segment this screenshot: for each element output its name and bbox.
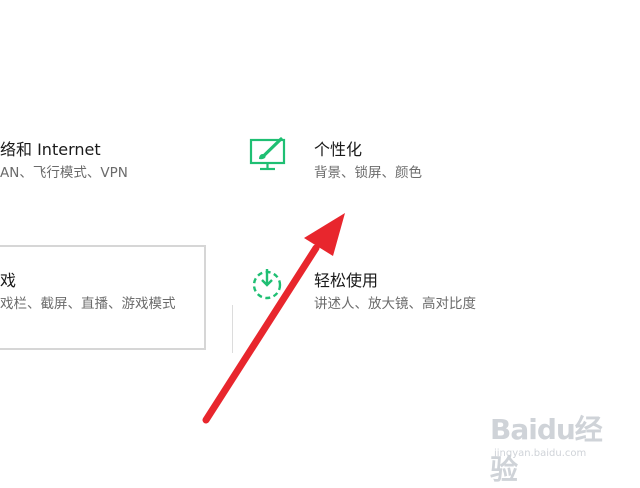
watermark-url: jingyan.baidu.com (494, 448, 587, 459)
baidu-watermark: Baidu经验 jingyan.baidu.com (490, 408, 620, 486)
